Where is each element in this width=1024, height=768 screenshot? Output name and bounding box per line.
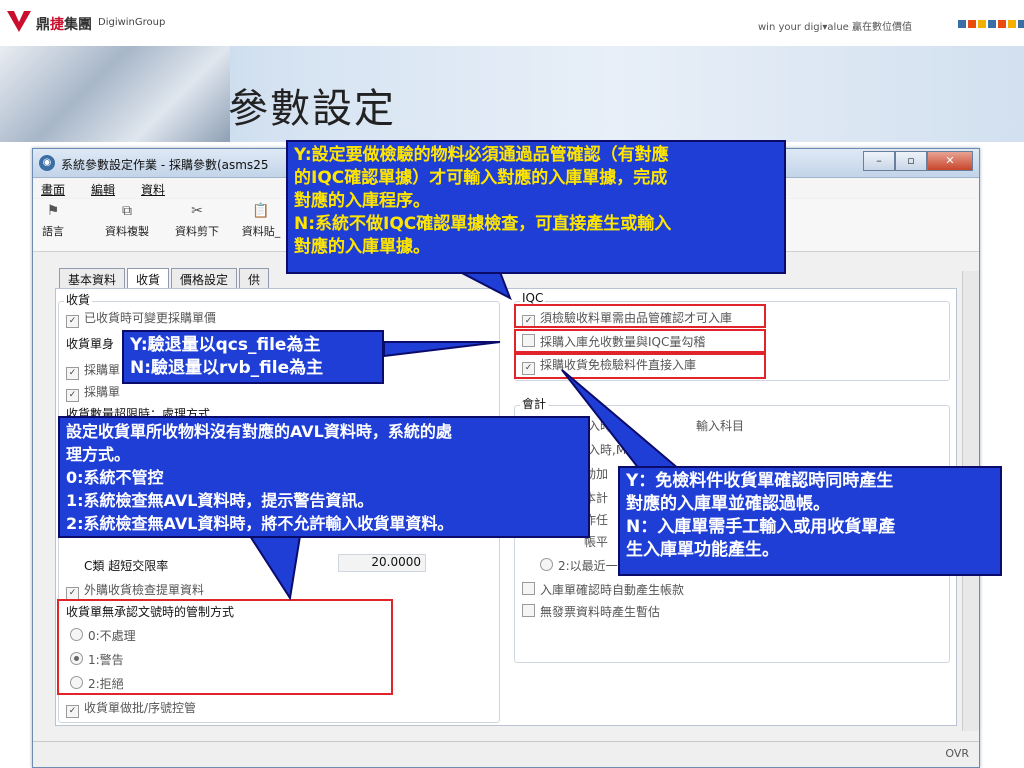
avl-callout: 設定收貨單所收物料沒有對應的AVL資料時，系統的處 理方式。 0:系統不管控 1… [58, 416, 590, 538]
iqc-confirm-callout: Y:設定要做檢驗的物料必須通過品管確認（有對應 的IQC確認單據）才可輸入對應的… [286, 140, 786, 274]
callout-line: 理方式。 [66, 445, 131, 464]
callout-line: 的IQC確認單據）才可輸入對應的入庫單據，完成 [294, 168, 668, 188]
callout-line: Y：免檢料件收貨單確認時同時產生 [626, 471, 894, 491]
callout-line: 對應的入庫單並確認過帳。 [626, 494, 830, 514]
callout-line: 設定收貨單所收物料沒有對應的AVL資料時，系統的處 [66, 422, 452, 441]
avl-callout-pointer [248, 535, 302, 601]
iqc-callout-pointer [459, 271, 512, 301]
callout-pointers [248, 271, 683, 601]
return-qty-callout: Y:驗退量以qcs_file為主 N:驗退量以rvb_file為主 [122, 330, 384, 384]
callout-line: N:驗退量以rvb_file為主 [130, 358, 324, 378]
callout-line: Y:驗退量以qcs_file為主 [130, 335, 321, 355]
callout-line: 生入庫單功能產生。 [626, 540, 779, 560]
callout-line: Y:設定要做檢驗的物料必須通過品管確認（有對應 [294, 145, 669, 165]
callout-line: 對應的入庫程序。 [294, 191, 430, 211]
callout-line: 0:系統不管控 [66, 468, 164, 487]
callout-line: N：入庫單需手工輸入或用收貨單產 [626, 517, 896, 537]
callout-line: 1:系統檢查無AVL資料時，提示警告資訊。 [66, 491, 374, 510]
callout-line: N:系統不做IQC確認單據檢查，可直接產生或輸入 [294, 214, 672, 234]
callout-line: 2:系統檢查無AVL資料時，將不允許輸入收貨單資料。 [66, 514, 454, 533]
exempt-callout: Y：免檢料件收貨單確認時同時產生 對應的入庫單並確認過帳。 N：入庫單需手工輸入… [618, 466, 1002, 576]
return-callout-pointer [383, 341, 501, 358]
callout-line: 對應的入庫單據。 [294, 237, 430, 257]
